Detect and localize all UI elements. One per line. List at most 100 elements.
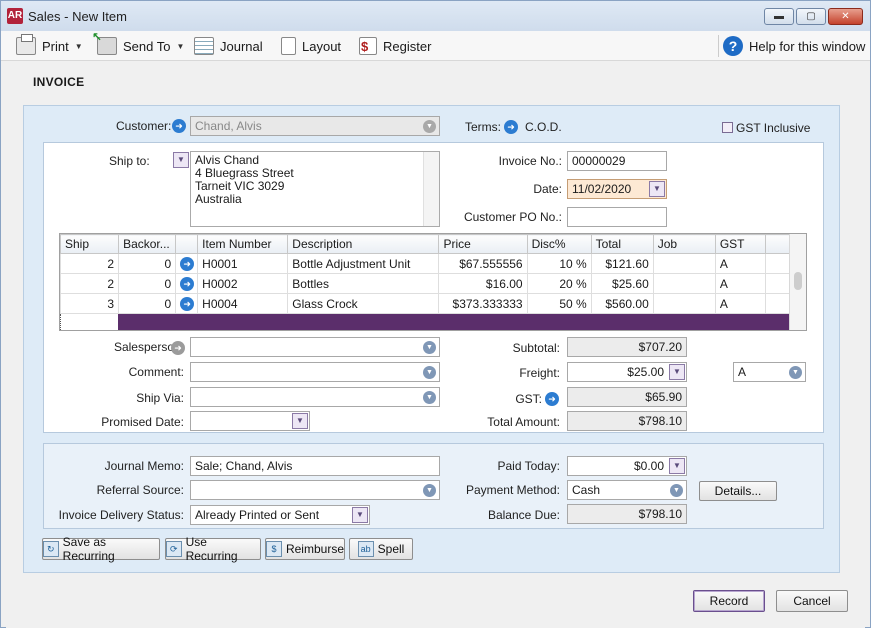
new-line-cell[interactable] — [175, 313, 199, 330]
column-header-description[interactable]: Description — [287, 234, 440, 254]
new-line-cell[interactable] — [590, 313, 654, 330]
new-line-cell[interactable] — [287, 313, 440, 330]
new-line-cell[interactable] — [118, 313, 177, 330]
cell-job[interactable] — [652, 293, 716, 314]
table-row[interactable]: 2 0 ➜ H0001 Bottle Adjustment Unit $67.5… — [60, 253, 791, 274]
item-link-arrow-icon[interactable]: ➜ — [180, 257, 195, 271]
cell-total[interactable]: $25.60 — [590, 273, 654, 294]
address-scrollbar[interactable] — [423, 152, 439, 226]
column-header-ship[interactable]: Ship — [60, 234, 120, 254]
cell-ship[interactable]: 2 — [60, 273, 120, 294]
new-line-cell[interactable] — [197, 313, 289, 330]
journal-memo-field[interactable]: Sale; Chand, Alvis — [190, 456, 440, 476]
maximize-button[interactable]: ▢ — [796, 8, 826, 25]
register-button[interactable]: Register — [359, 36, 431, 56]
send-to-button[interactable]: Send To ▼ — [92, 30, 184, 56]
freight-dropdown-icon[interactable]: ▼ — [669, 364, 685, 380]
item-link-arrow-icon[interactable]: ➜ — [180, 297, 195, 311]
grid-scrollbar[interactable] — [789, 234, 806, 330]
column-header-disc[interactable]: Disc% — [526, 234, 592, 254]
customer-po-field[interactable] — [567, 207, 667, 227]
calendar-dropdown-icon[interactable]: ▼ — [649, 181, 665, 197]
journal-button[interactable]: Journal — [194, 36, 263, 56]
gst-link-arrow-icon[interactable]: ➜ — [545, 392, 559, 406]
cell-disc[interactable]: 50 % — [526, 293, 592, 314]
column-header-item-number[interactable]: Item Number — [197, 234, 289, 254]
cell-description[interactable]: Bottles — [287, 273, 440, 294]
new-line-cell[interactable] — [764, 313, 791, 330]
chevron-down-icon[interactable]: ▼ — [789, 366, 802, 379]
freight-field[interactable]: $25.00 ▼ — [567, 362, 687, 382]
comment-field[interactable]: ▼ — [190, 362, 440, 382]
cell-backorder[interactable]: 0 — [118, 293, 177, 314]
use-recurring-button[interactable]: ⟳ Use Recurring — [165, 535, 261, 563]
chevron-down-icon[interactable]: ▼ — [423, 391, 436, 404]
cell-disc[interactable]: 10 % — [526, 253, 592, 274]
cell-item-number[interactable]: H0001 — [197, 253, 289, 274]
grid-scrollbar-thumb[interactable] — [794, 272, 802, 290]
salesperson-field[interactable]: ▼ — [190, 337, 440, 357]
invoice-no-field[interactable]: 00000029 — [567, 151, 667, 171]
paid-today-dropdown-icon[interactable]: ▼ — [669, 458, 685, 474]
cell-disc[interactable]: 20 % — [526, 273, 592, 294]
paid-today-field[interactable]: $0.00 ▼ — [567, 456, 687, 476]
terms-link-arrow-icon[interactable]: ➜ — [504, 120, 518, 134]
print-button[interactable]: Print ▼ — [16, 34, 83, 56]
cell-gst[interactable]: A — [714, 273, 766, 294]
cell-link[interactable]: ➜ — [175, 273, 199, 294]
new-line-cell[interactable] — [652, 313, 716, 330]
delivery-status-dropdown-icon[interactable]: ▼ — [352, 507, 368, 523]
promised-date-field[interactable]: ▼ — [190, 411, 310, 431]
delivery-status-field[interactable]: Already Printed or Sent ▼ — [190, 505, 370, 525]
cell-description[interactable]: Glass Crock — [287, 293, 440, 314]
ship-via-field[interactable]: ▼ — [190, 387, 440, 407]
ship-to-address[interactable]: Alvis Chand 4 Bluegrass Street Tarneit V… — [190, 151, 440, 227]
freight-tax-code-field[interactable]: A ▼ — [733, 362, 806, 382]
chevron-down-icon[interactable]: ▼ — [670, 484, 683, 497]
table-row[interactable]: 3 0 ➜ H0004 Glass Crock $373.333333 50 %… — [60, 293, 791, 314]
item-link-arrow-icon[interactable]: ➜ — [180, 277, 195, 291]
save-as-recurring-button[interactable]: ↻ Save as Recurring — [42, 535, 160, 563]
new-line-cell[interactable] — [526, 313, 592, 330]
customer-field[interactable]: Chand, Alvis ▼ — [190, 116, 440, 136]
cell-link[interactable]: ➜ — [175, 253, 199, 274]
table-row[interactable]: 2 0 ➜ H0002 Bottles $16.00 20 % $25.60 A — [60, 273, 791, 294]
ship-to-dropdown-icon[interactable]: ▼ — [173, 152, 189, 168]
gst-inclusive-checkbox[interactable] — [722, 122, 733, 133]
cell-backorder[interactable]: 0 — [118, 253, 177, 274]
cell-link[interactable]: ➜ — [175, 293, 199, 314]
new-line-cell[interactable] — [60, 313, 120, 330]
minimize-button[interactable]: ▬ — [764, 8, 794, 25]
cell-price[interactable]: $373.333333 — [438, 293, 528, 314]
cell-gst[interactable]: A — [714, 253, 766, 274]
new-line-cell[interactable] — [714, 313, 766, 330]
cell-item-number[interactable]: H0002 — [197, 273, 289, 294]
customer-link-arrow-icon[interactable]: ➜ — [172, 119, 186, 133]
salesperson-link-arrow-icon[interactable]: ➜ — [171, 341, 185, 355]
cancel-button[interactable]: Cancel — [776, 590, 848, 612]
cell-job[interactable] — [652, 273, 716, 294]
referral-source-field[interactable]: ▼ — [190, 480, 440, 500]
column-header-total[interactable]: Total — [590, 234, 654, 254]
cell-item-number[interactable]: H0004 — [197, 293, 289, 314]
spell-button[interactable]: ab Spell — [349, 538, 413, 560]
cell-gst[interactable]: A — [714, 293, 766, 314]
new-line-cell[interactable] — [438, 313, 528, 330]
date-field[interactable]: 11/02/2020 ▼ — [567, 179, 667, 199]
column-header-backorder[interactable]: Backor... — [118, 234, 177, 254]
chevron-down-icon[interactable]: ▼ — [423, 341, 436, 354]
close-button[interactable]: ✕ — [828, 8, 863, 25]
cell-price[interactable]: $16.00 — [438, 273, 528, 294]
column-header-job[interactable]: Job — [652, 234, 716, 254]
cell-description[interactable]: Bottle Adjustment Unit — [287, 253, 440, 274]
chevron-down-icon[interactable]: ▼ — [423, 366, 436, 379]
cell-ship[interactable]: 3 — [60, 293, 120, 314]
column-header-price[interactable]: Price — [438, 234, 528, 254]
cell-job[interactable] — [652, 253, 716, 274]
payment-method-field[interactable]: Cash ▼ — [567, 480, 687, 500]
cell-total[interactable]: $121.60 — [590, 253, 654, 274]
chevron-down-icon[interactable]: ▼ — [423, 120, 436, 133]
new-line-row[interactable] — [60, 313, 791, 330]
calendar-dropdown-icon[interactable]: ▼ — [292, 413, 308, 429]
record-button[interactable]: Record — [693, 590, 765, 612]
